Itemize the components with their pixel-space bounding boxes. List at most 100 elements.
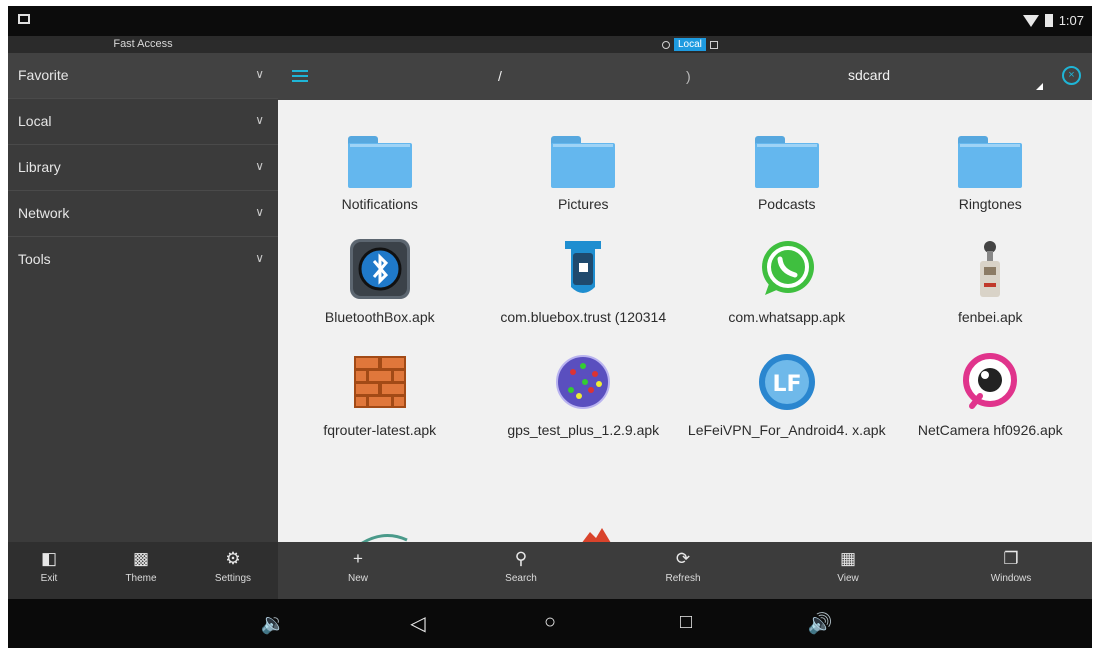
- battery-icon: [1044, 14, 1053, 27]
- bottom-toolbar: ◧ Exit ▩ Theme ⚙ Settings + New ⚲ Search…: [8, 542, 1092, 599]
- file-item-netcamera[interactable]: NetCamera hf0926.apk: [889, 350, 1093, 439]
- file-label: NetCamera hf0926.apk: [917, 422, 1063, 438]
- windows-icon: ❐: [1003, 549, 1019, 568]
- folder-icon: [347, 136, 412, 188]
- tab-dot-icon: [662, 40, 670, 49]
- chevron-down-icon: ∨: [255, 251, 264, 265]
- sound-meter-app-icon: [980, 241, 1001, 297]
- breadcrumb-root[interactable]: /: [498, 68, 502, 84]
- refresh-label: Refresh: [665, 573, 701, 584]
- partial-app-icon: [361, 534, 408, 542]
- sidebar-item-label: Local: [18, 113, 52, 129]
- file-label: com.whatsapp.apk: [728, 309, 846, 325]
- view-button[interactable]: ▦ View: [813, 548, 883, 584]
- file-item-bluetoothbox[interactable]: BluetoothBox.apk: [278, 237, 482, 326]
- file-item-podcasts[interactable]: Podcasts: [685, 136, 889, 213]
- settings-button[interactable]: ⚙ Settings: [198, 548, 268, 584]
- sidebar-title: Fast Access: [8, 36, 278, 53]
- exit-button[interactable]: ◧ Exit: [14, 548, 84, 584]
- svg-text:LF: LF: [772, 372, 801, 397]
- plus-icon: +: [353, 549, 363, 568]
- menu-icon[interactable]: [292, 70, 308, 82]
- recents-icon[interactable]: □: [671, 611, 701, 634]
- file-label: Pictures: [557, 196, 609, 212]
- windows-label: Windows: [990, 573, 1032, 584]
- file-item-notifications[interactable]: Notifications: [278, 136, 482, 213]
- sidebar-item-label: Favorite: [18, 67, 69, 83]
- file-item-fenbei[interactable]: fenbei.apk: [889, 237, 1093, 326]
- corner-indicator-icon: [1036, 83, 1043, 90]
- wifi-icon: [1022, 14, 1039, 27]
- folder-icon: [551, 136, 616, 188]
- camera-app-icon: [963, 353, 1018, 409]
- new-button[interactable]: + New: [323, 548, 393, 584]
- sidebar-item-label: Library: [18, 159, 61, 175]
- lefei-vpn-app-icon: LF: [758, 354, 815, 410]
- file-item-pictures[interactable]: Pictures: [482, 136, 686, 213]
- clock: 1:07: [1058, 13, 1084, 28]
- app-window: 1:07 Fast Access Favorite ∨ Local ∨ Libr…: [8, 6, 1092, 648]
- search-label: Search: [505, 573, 537, 584]
- exit-icon: ◧: [40, 549, 58, 568]
- file-label: fqrouter-latest.apk: [323, 422, 437, 438]
- tab-local[interactable]: Local: [662, 38, 718, 51]
- breadcrumb-current[interactable]: sdcard: [848, 67, 890, 83]
- theme-label: Theme: [125, 573, 157, 584]
- navigation-bar: 🔉 ◁ ○ □ 🔊: [8, 599, 1092, 648]
- screenshot-notification-icon: [18, 14, 30, 24]
- folder-icon: [754, 136, 819, 188]
- bluetooth-app-icon: [349, 239, 410, 299]
- file-item-fqrouter[interactable]: fqrouter-latest.apk: [278, 350, 482, 439]
- file-label: Notifications: [341, 196, 418, 212]
- home-icon[interactable]: ○: [535, 611, 565, 634]
- folder-icon: [958, 136, 1023, 188]
- file-item-ringtones[interactable]: Ringtones: [889, 136, 1093, 213]
- file-label: Podcasts: [757, 196, 816, 212]
- volume-up-icon[interactable]: 🔊: [805, 611, 835, 636]
- chevron-down-icon: ∨: [255, 113, 264, 127]
- file-item-gps-test[interactable]: gps_test_plus_1.2.9.apk: [482, 350, 686, 439]
- exit-label: Exit: [40, 573, 58, 584]
- sidebar-item-label: Tools: [18, 251, 51, 267]
- volume-down-icon[interactable]: 🔉: [258, 611, 288, 636]
- search-button[interactable]: ⚲ Search: [486, 548, 556, 584]
- partial-app-icon: [582, 528, 611, 542]
- chevron-down-icon: ∨: [255, 67, 264, 81]
- file-label: LeFeiVPN_For_Android4. x.apk: [687, 422, 886, 438]
- close-icon[interactable]: ×: [1062, 66, 1081, 85]
- sidebar-item-tools[interactable]: Tools ∨: [8, 237, 278, 282]
- tab-dot-icon: [709, 40, 718, 49]
- view-label: View: [837, 573, 859, 584]
- new-label: New: [347, 573, 368, 584]
- sidebar-item-library[interactable]: Library ∨: [8, 145, 278, 191]
- status-bar: 1:07: [8, 6, 1092, 36]
- file-item-whatsapp[interactable]: com.whatsapp.apk: [685, 237, 889, 326]
- fast-access-sidebar: Fast Access Favorite ∨ Local ∨ Library ∨…: [8, 36, 278, 542]
- tab-local-label: Local: [674, 38, 706, 51]
- file-label: gps_test_plus_1.2.9.apk: [507, 422, 660, 438]
- file-item-lefeivpn[interactable]: LF LeFeiVPN_For_Android4. x.apk: [685, 350, 889, 439]
- brick-wall-app-icon: [353, 356, 406, 408]
- grid-view-icon: ▦: [839, 549, 857, 568]
- breadcrumb-separator: ): [686, 68, 691, 84]
- search-icon: ⚲: [514, 549, 528, 568]
- path-bar: / ) sdcard ×: [278, 53, 1092, 100]
- settings-label: Settings: [214, 573, 252, 584]
- file-label: Ringtones: [958, 196, 1022, 212]
- whatsapp-app-icon: [761, 241, 814, 295]
- chevron-down-icon: ∨: [255, 159, 264, 173]
- file-label: com.bluebox.trust (120314: [500, 309, 667, 325]
- sidebar-item-label: Network: [18, 205, 70, 221]
- status-icons: 1:07: [1022, 13, 1084, 28]
- back-icon[interactable]: ◁: [403, 611, 433, 636]
- sidebar-item-network[interactable]: Network ∨: [8, 191, 278, 237]
- chevron-down-icon: ∨: [255, 205, 264, 219]
- windows-button[interactable]: ❐ Windows: [976, 548, 1046, 584]
- refresh-button[interactable]: ⟳ Refresh: [648, 548, 718, 584]
- sidebar-item-local[interactable]: Local ∨: [8, 99, 278, 145]
- gear-icon: ⚙: [225, 549, 241, 568]
- bluebox-app-icon: [565, 241, 602, 293]
- theme-button[interactable]: ▩ Theme: [106, 548, 176, 584]
- file-item-bluebox-trust[interactable]: com.bluebox.trust (120314: [482, 237, 686, 326]
- sidebar-item-favorite[interactable]: Favorite ∨: [8, 53, 278, 99]
